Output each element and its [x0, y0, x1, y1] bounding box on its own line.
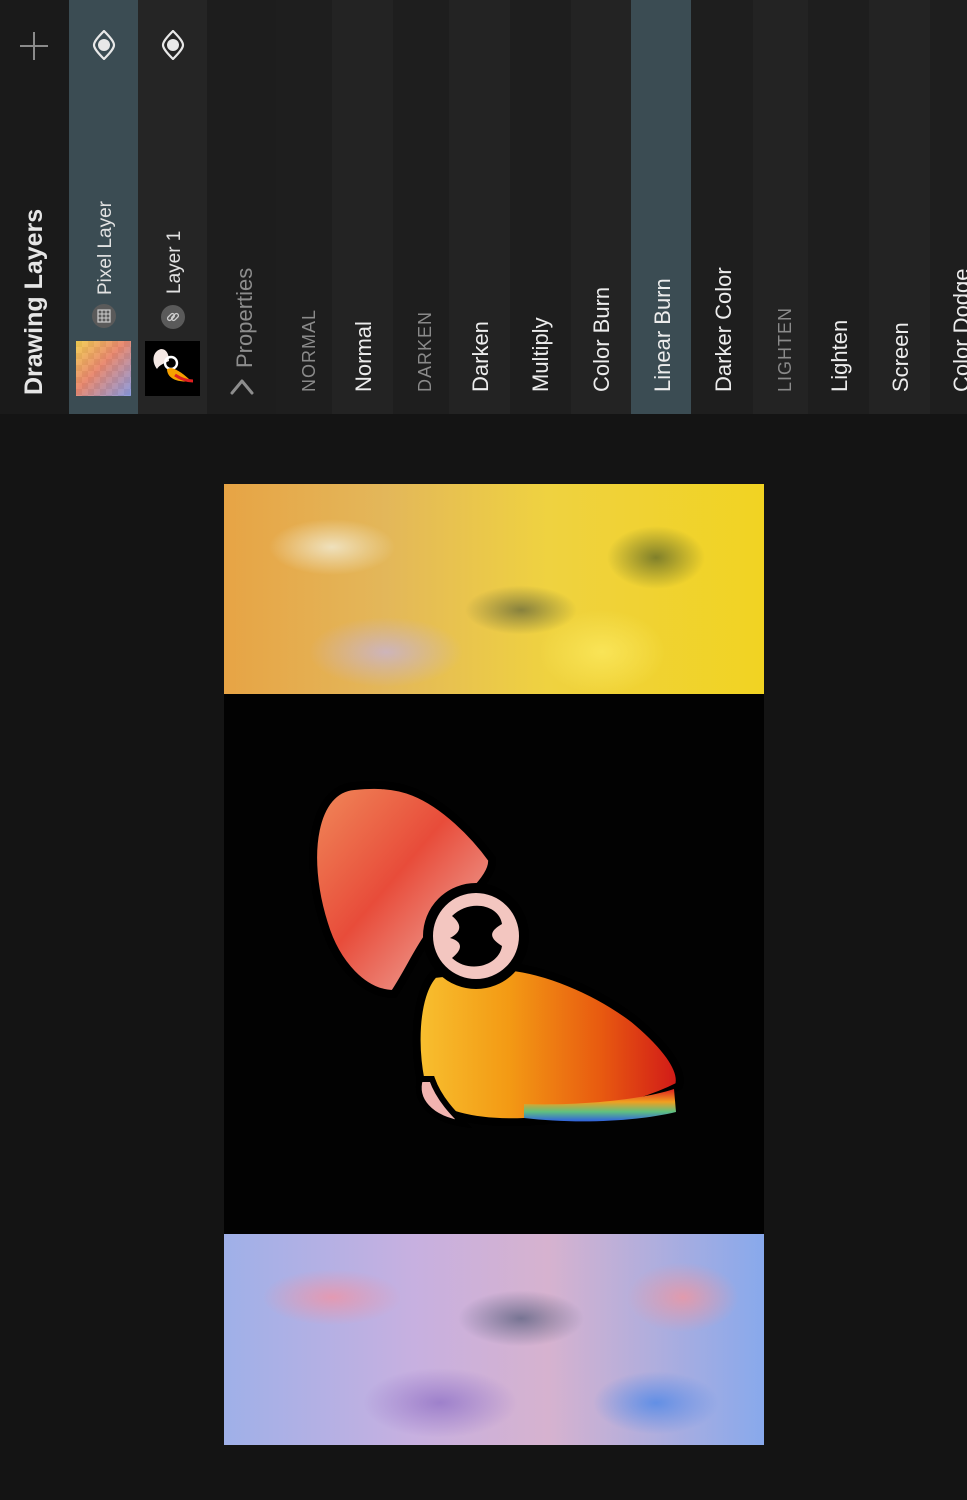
- blend-mode-label[interactable]: Color Dodge: [949, 268, 967, 392]
- blend-mode-multiply[interactable]: Multiply: [510, 0, 571, 414]
- chevron-left-icon[interactable]: [229, 376, 255, 396]
- paint-texture-top: [224, 484, 764, 694]
- canvas-dark-area: [224, 694, 764, 1234]
- blend-mode-label[interactable]: Darken: [468, 321, 494, 392]
- blend-mode-label[interactable]: Linear Burn: [650, 278, 676, 392]
- blend-mode-label[interactable]: Normal: [351, 321, 377, 392]
- layer-name[interactable]: Layer 1: [164, 231, 186, 294]
- layer-row-layer-1[interactable]: Layer 1: [138, 0, 207, 414]
- blend-mode-label[interactable]: Screen: [888, 322, 914, 392]
- blend-mode-screen[interactable]: Screen: [869, 0, 930, 414]
- properties-toggle[interactable]: Properties: [207, 0, 276, 414]
- app-window: Drawing Layers Pixel Layer Layer 1 Prope…: [0, 0, 967, 1500]
- section-label: NORMAL: [299, 308, 319, 392]
- blend-mode-label[interactable]: Darker Color: [711, 267, 737, 392]
- section-label: DARKEN: [415, 310, 435, 392]
- blend-mode-normal[interactable]: Normal: [332, 0, 393, 414]
- drawing-canvas[interactable]: [224, 484, 764, 1445]
- bird-artwork: [309, 780, 684, 1129]
- layers-panel: Drawing Layers Pixel Layer Layer 1 Prope…: [0, 0, 967, 414]
- blend-mode-color-burn[interactable]: Color Burn: [571, 0, 631, 414]
- section-label: LIGHTEN: [775, 306, 795, 392]
- blend-section-darken: DARKEN: [393, 0, 449, 414]
- grid-icon: [92, 304, 116, 328]
- blend-mode-lighten[interactable]: Lighten: [808, 0, 869, 414]
- blend-mode-linear-burn[interactable]: Linear Burn: [631, 0, 691, 414]
- properties-label[interactable]: Properties: [232, 268, 258, 368]
- blend-mode-color-dodge[interactable]: Color Dodge: [930, 0, 967, 414]
- panel-title: Drawing Layers: [20, 208, 48, 395]
- layer-row-pixel-layer[interactable]: Pixel Layer: [69, 0, 138, 414]
- panel-header: Drawing Layers: [0, 0, 69, 414]
- blend-section-normal: NORMAL: [276, 0, 332, 414]
- layer-thumbnail[interactable]: [76, 341, 131, 396]
- layer-thumbnail[interactable]: [145, 341, 200, 396]
- blend-section-lighten: LIGHTEN: [753, 0, 808, 414]
- blend-mode-label[interactable]: Color Burn: [589, 287, 615, 392]
- blend-mode-label[interactable]: Lighten: [827, 320, 853, 392]
- link-icon: [161, 305, 185, 329]
- blend-mode-label[interactable]: Multiply: [528, 317, 554, 392]
- plus-icon[interactable]: [20, 32, 48, 60]
- blend-mode-darken[interactable]: Darken: [449, 0, 510, 414]
- layer-name[interactable]: Pixel Layer: [95, 201, 117, 295]
- blend-mode-darker-color[interactable]: Darker Color: [691, 0, 753, 414]
- eye-icon[interactable]: [160, 30, 186, 60]
- eye-icon[interactable]: [91, 30, 117, 60]
- paint-texture-bottom: [224, 1234, 764, 1445]
